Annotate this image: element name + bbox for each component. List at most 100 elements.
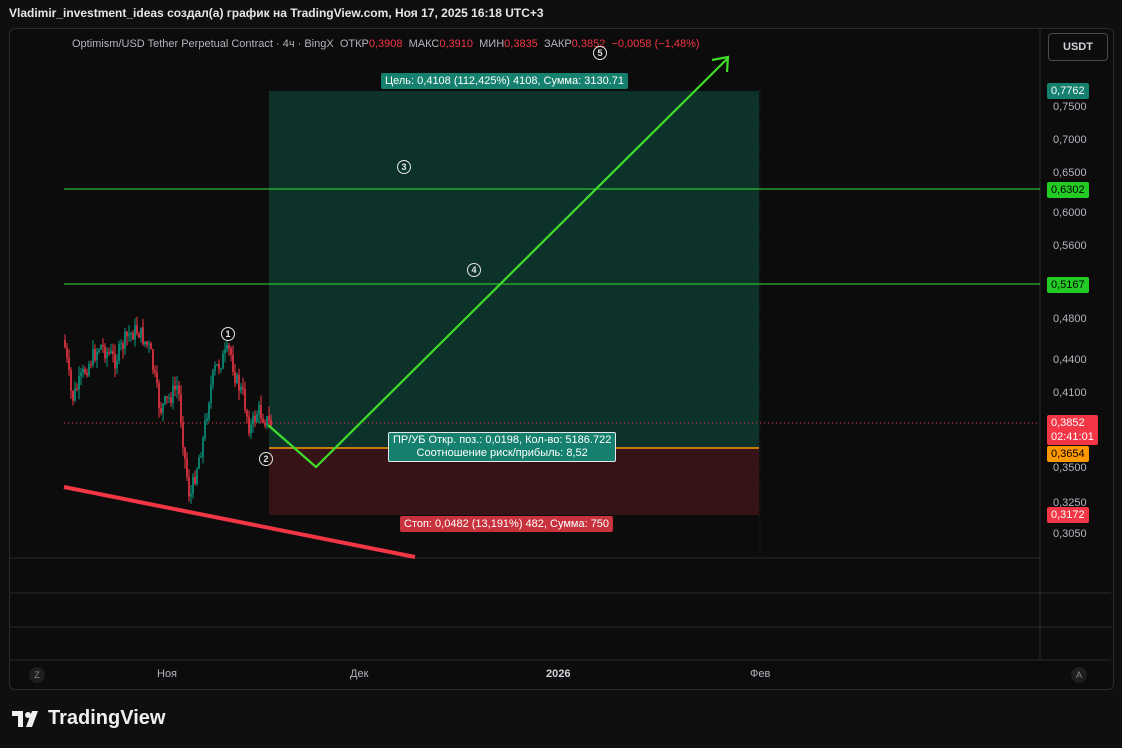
candle-body: [242, 386, 244, 389]
candle-body: [192, 476, 194, 494]
candle-body: [134, 325, 136, 340]
price-tick: 0,4800: [1053, 313, 1087, 325]
position-line-1: ПР/УБ Откр. поз.: 0,0198, Кол-во: 5186.7…: [393, 434, 612, 446]
candle-body: [178, 385, 180, 395]
candle-body: [156, 372, 158, 384]
stop-label[interactable]: Стоп: 0,0482 (13,191%) 482, Сумма: 750: [400, 516, 614, 532]
marker-5[interactable]: 5: [593, 46, 607, 60]
candle-body: [168, 397, 170, 399]
candle-body: [194, 476, 196, 484]
candle-body: [82, 369, 84, 373]
candle-body: [166, 396, 168, 398]
candle-body: [228, 345, 230, 349]
candle-body: [86, 373, 88, 376]
candle-body: [154, 370, 156, 373]
candle-body: [200, 456, 202, 458]
candle-body: [72, 390, 74, 401]
candle-body: [112, 351, 114, 354]
candle-body: [106, 351, 108, 359]
candle-body: [208, 403, 210, 419]
candle-body: [100, 345, 102, 350]
candle-body: [78, 375, 80, 390]
price-tick: 0,6500: [1053, 167, 1087, 179]
marker-1[interactable]: 1: [221, 327, 235, 341]
candle-body: [224, 349, 226, 354]
price-tag-level2: 0,5167: [1047, 277, 1089, 293]
price-tick: 0,7500: [1053, 101, 1087, 113]
marker-3[interactable]: 3: [397, 160, 411, 174]
candle-body: [264, 422, 266, 426]
candle-body: [92, 349, 94, 365]
price-tick: 0,7000: [1053, 134, 1087, 146]
price-tick: 0,3500: [1053, 462, 1087, 474]
candle-body: [142, 327, 144, 345]
candle-body: [144, 341, 146, 345]
candlestick-series: [64, 316, 272, 504]
candle-body: [140, 327, 142, 338]
candle-body: [88, 364, 90, 376]
time-tick: Фев: [750, 668, 771, 680]
candle-body: [158, 383, 160, 409]
chart-canvas[interactable]: [0, 0, 1122, 748]
candle-body: [172, 385, 174, 403]
candle-body: [138, 333, 140, 338]
tradingview-logo[interactable]: TradingView: [12, 707, 165, 730]
candle-body: [216, 364, 218, 366]
marker-2[interactable]: 2: [259, 452, 273, 466]
log-scale-button[interactable]: Z: [29, 667, 45, 683]
price-tag-current: 0,3852 02:41:01: [1047, 415, 1098, 445]
candle-body: [116, 360, 118, 369]
brand-name: TradingView: [48, 707, 166, 729]
candle-body: [120, 343, 122, 345]
candle-body: [130, 332, 132, 334]
candle-body: [250, 424, 252, 434]
candle-body: [198, 457, 200, 469]
candle-body: [70, 369, 72, 391]
current-price: 0,3852: [1051, 417, 1085, 429]
candle-body: [126, 331, 128, 336]
candle-body: [84, 369, 86, 374]
candle-body: [232, 354, 234, 372]
candle-body: [96, 351, 98, 361]
price-tag-entry: 0,3654: [1047, 446, 1089, 462]
candle-body: [236, 374, 238, 384]
time-tick: Дек: [350, 668, 369, 680]
price-tag-top: 0,7762: [1047, 83, 1089, 99]
candle-body: [186, 458, 188, 477]
candle-body: [180, 394, 182, 423]
candle-body: [68, 357, 70, 370]
price-tick: 0,4100: [1053, 387, 1087, 399]
candle-body: [128, 333, 130, 336]
bar-countdown: 02:41:01: [1051, 431, 1094, 443]
candle-body: [184, 447, 186, 459]
candle-body: [122, 343, 124, 349]
candle-body: [260, 404, 262, 419]
candle-body: [174, 385, 176, 390]
candle-body: [266, 416, 268, 426]
candle-body: [222, 353, 224, 369]
target-label[interactable]: Цель: 0,4108 (112,425%) 4108, Сумма: 313…: [381, 73, 628, 89]
candle-body: [124, 331, 126, 349]
price-tick: 0,3050: [1053, 528, 1087, 540]
candle-body: [248, 416, 250, 434]
candle-body: [90, 364, 92, 366]
auto-scale-button[interactable]: A: [1071, 667, 1087, 683]
candle-body: [218, 364, 220, 369]
candle-body: [108, 351, 110, 354]
candle-body: [196, 468, 198, 484]
position-label[interactable]: ПР/УБ Откр. поз.: 0,0198, Кол-во: 5186.7…: [388, 432, 617, 462]
marker-4[interactable]: 4: [467, 263, 481, 277]
candle-body: [164, 396, 166, 404]
price-tag-stop: 0,3172: [1047, 507, 1089, 523]
candle-body: [234, 371, 236, 384]
candle-body: [258, 404, 260, 415]
candle-body: [244, 388, 246, 411]
candle-body: [80, 372, 82, 376]
candle-body: [152, 349, 154, 371]
price-tick: 0,6000: [1053, 207, 1087, 219]
candle-body: [136, 325, 138, 334]
tv-logo-icon: [12, 710, 38, 727]
candle-body: [188, 476, 190, 497]
price-tag-level1: 0,6302: [1047, 182, 1089, 198]
candle-body: [150, 343, 152, 350]
